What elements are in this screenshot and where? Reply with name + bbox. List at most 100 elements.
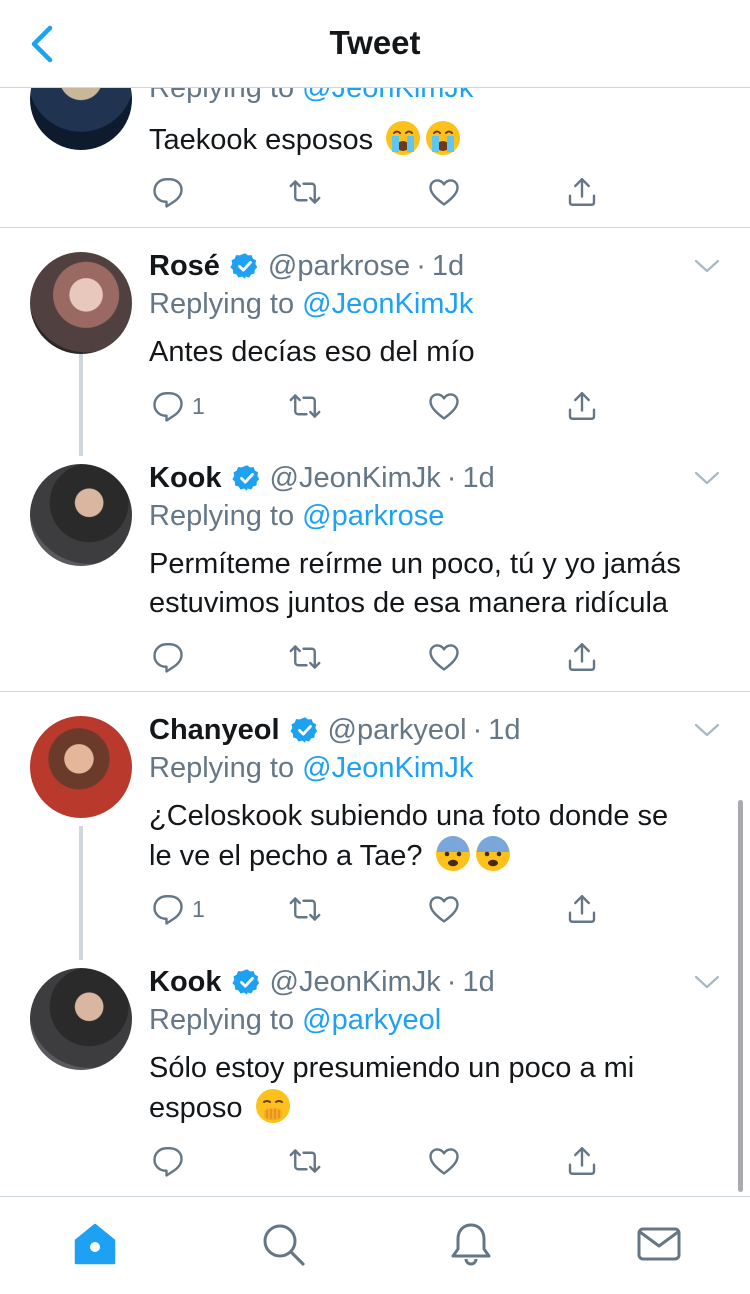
replying-to-line: Replying to @parkrose bbox=[149, 500, 445, 532]
reply-button[interactable] bbox=[150, 172, 186, 212]
share-icon bbox=[564, 1143, 600, 1179]
chevron-down-icon[interactable] bbox=[692, 256, 722, 276]
reply-button[interactable]: 1 bbox=[150, 889, 205, 929]
like-button[interactable] bbox=[426, 386, 462, 426]
notifications-bell-icon[interactable] bbox=[448, 1221, 494, 1267]
top-bar: Tweet bbox=[0, 0, 750, 88]
fearful-face-emoji-icon bbox=[435, 836, 471, 872]
divider bbox=[0, 227, 750, 228]
tweet-header: Chanyeol @parkyeol · 1d bbox=[149, 713, 521, 747]
share-button[interactable] bbox=[564, 1141, 600, 1181]
face-with-hand-over-mouth-emoji-icon bbox=[255, 1088, 291, 1124]
crying-face-emoji-icon bbox=[425, 120, 461, 156]
tweet-header: Kook @JeonKimJk · 1d bbox=[149, 461, 495, 495]
reply-feed[interactable]: Replying to @JeonKimJk Taekook esposos R… bbox=[0, 88, 750, 1196]
reply-button[interactable]: 1 bbox=[150, 386, 205, 426]
mention-link[interactable]: @JeonKimJk bbox=[302, 88, 473, 104]
like-button[interactable] bbox=[426, 889, 462, 929]
display-name[interactable]: Kook bbox=[149, 462, 222, 495]
scrollbar[interactable] bbox=[738, 800, 743, 1192]
display-name[interactable]: Rosé bbox=[149, 250, 220, 283]
tweet-actions bbox=[0, 1141, 750, 1181]
mention-link[interactable]: @parkrose bbox=[302, 500, 444, 532]
username[interactable]: @parkyeol bbox=[328, 714, 467, 747]
retweet-button[interactable] bbox=[287, 637, 323, 677]
mention-link[interactable]: @parkyeol bbox=[302, 1004, 441, 1036]
reply-button[interactable] bbox=[150, 1141, 186, 1181]
retweet-icon bbox=[287, 639, 323, 675]
like-button[interactable] bbox=[426, 637, 462, 677]
tweet-text: Taekook esposos bbox=[149, 120, 724, 160]
like-button[interactable] bbox=[426, 1141, 462, 1181]
avatar[interactable] bbox=[30, 968, 132, 1070]
retweet-button[interactable] bbox=[287, 1141, 323, 1181]
retweet-icon bbox=[287, 388, 323, 424]
avatar[interactable] bbox=[30, 716, 132, 818]
search-icon[interactable] bbox=[260, 1221, 306, 1267]
tweet-text: Sólo estoy presumiendo un poco a mi espos… bbox=[149, 1052, 635, 1124]
timestamp: 1d bbox=[488, 713, 521, 746]
avatar[interactable] bbox=[30, 464, 132, 566]
reply-icon bbox=[150, 639, 186, 675]
reply-icon bbox=[150, 891, 186, 927]
replying-to-line: Replying to @JeonKimJk bbox=[149, 88, 473, 105]
heart-icon bbox=[426, 639, 462, 675]
display-name[interactable]: Kook bbox=[149, 966, 222, 999]
chevron-down-icon[interactable] bbox=[692, 468, 722, 488]
share-icon bbox=[564, 891, 600, 927]
retweet-button[interactable] bbox=[287, 172, 323, 212]
tweet-header: Rosé @parkrose · 1d bbox=[149, 249, 465, 283]
retweet-icon bbox=[287, 1143, 323, 1179]
verified-badge-icon bbox=[232, 967, 262, 997]
reply-icon bbox=[150, 174, 186, 210]
share-button[interactable] bbox=[564, 889, 600, 929]
verified-badge-icon bbox=[232, 463, 262, 493]
avatar[interactable] bbox=[30, 88, 132, 150]
timestamp: 1d bbox=[462, 461, 495, 494]
tweet-header: Kook @JeonKimJk · 1d bbox=[149, 965, 495, 999]
page-title: Tweet bbox=[329, 24, 421, 61]
home-icon[interactable] bbox=[72, 1221, 118, 1267]
replying-to-line: Replying to @JeonKimJk bbox=[149, 752, 474, 784]
heart-icon bbox=[426, 388, 462, 424]
retweet-icon bbox=[287, 891, 323, 927]
tweet-actions bbox=[0, 637, 750, 677]
reply-button[interactable] bbox=[150, 637, 186, 677]
username[interactable]: @JeonKimJk bbox=[270, 462, 441, 495]
heart-icon bbox=[426, 174, 462, 210]
tweet-actions bbox=[0, 172, 750, 212]
retweet-button[interactable] bbox=[287, 386, 323, 426]
like-button[interactable] bbox=[426, 172, 462, 212]
username[interactable]: @parkrose bbox=[268, 250, 410, 283]
username[interactable]: @JeonKimJk bbox=[270, 966, 441, 999]
share-button[interactable] bbox=[564, 637, 600, 677]
chevron-down-icon[interactable] bbox=[692, 720, 722, 740]
tweet-text: Antes decías eso del mío bbox=[149, 336, 475, 368]
mention-link[interactable]: @JeonKimJk bbox=[302, 288, 473, 320]
divider bbox=[0, 691, 750, 692]
verified-badge-icon bbox=[290, 715, 320, 745]
reply-icon bbox=[150, 1143, 186, 1179]
display-name[interactable]: Chanyeol bbox=[149, 714, 280, 747]
retweet-icon bbox=[287, 174, 323, 210]
replying-to-line: Replying to @JeonKimJk bbox=[149, 288, 474, 320]
heart-icon bbox=[426, 1143, 462, 1179]
tweet-actions: 1 bbox=[0, 889, 750, 929]
messages-envelope-icon[interactable] bbox=[636, 1221, 682, 1267]
timestamp: 1d bbox=[431, 249, 465, 282]
share-button[interactable] bbox=[564, 386, 600, 426]
tweet-text: ¿Celoskook subiendo una foto donde se le … bbox=[149, 800, 669, 872]
avatar[interactable] bbox=[30, 252, 132, 354]
chevron-down-icon[interactable] bbox=[692, 972, 722, 992]
fearful-face-emoji-icon bbox=[475, 836, 511, 872]
share-icon bbox=[564, 388, 600, 424]
tweet-actions: 1 bbox=[0, 386, 750, 426]
share-button[interactable] bbox=[564, 172, 600, 212]
replying-to-line: Replying to @parkyeol bbox=[149, 1004, 442, 1036]
timestamp: 1d bbox=[462, 965, 495, 998]
reply-count: 1 bbox=[192, 392, 205, 419]
mention-link[interactable]: @JeonKimJk bbox=[302, 752, 473, 784]
retweet-button[interactable] bbox=[287, 889, 323, 929]
heart-icon bbox=[426, 891, 462, 927]
crying-face-emoji-icon bbox=[385, 120, 421, 156]
